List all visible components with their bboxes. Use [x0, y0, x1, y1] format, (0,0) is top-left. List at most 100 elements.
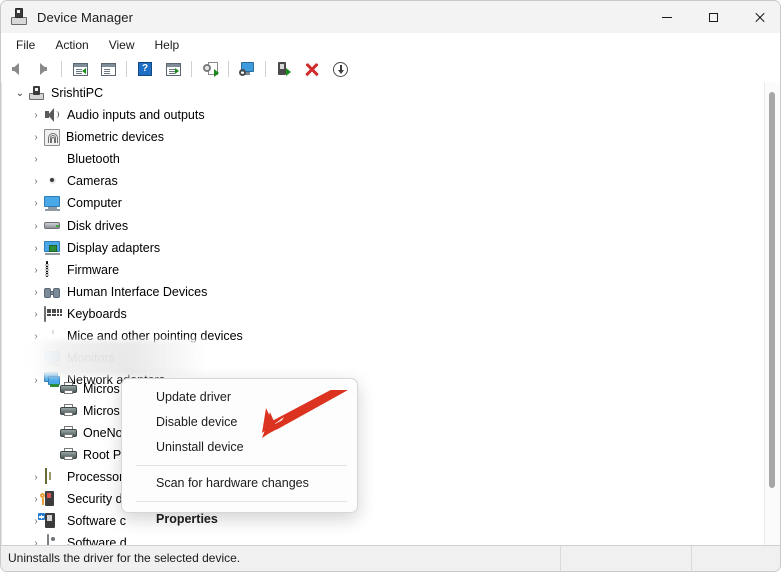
display-adapter-icon — [44, 240, 61, 256]
scan-hardware-icon — [239, 62, 255, 76]
tree-item-label: Software c — [67, 514, 127, 528]
help-icon: ? — [138, 62, 152, 76]
context-menu[interactable]: Update driver Disable device Uninstall d… — [121, 378, 358, 526]
chevron-right-icon[interactable]: › — [28, 466, 44, 488]
context-menu-item-scan-for-hardware-changes[interactable]: Scan for hardware changes — [122, 471, 357, 496]
tree-item-security-devices[interactable]: › Security d — [28, 488, 123, 510]
window-controls — [644, 1, 780, 33]
tree-item-label: Computer — [67, 196, 122, 210]
redacted-region — [30, 340, 208, 376]
tree-item-printer-3[interactable]: OneNo — [60, 422, 123, 444]
forward-arrow-icon — [39, 63, 47, 75]
menu-help[interactable]: Help — [146, 35, 189, 55]
tree-item-label: SrishtiPC — [51, 86, 104, 100]
menu-action[interactable]: Action — [46, 35, 97, 55]
tree-item-label: Firmware — [67, 263, 120, 277]
download-button[interactable] — [327, 58, 353, 80]
status-pane-3 — [692, 546, 780, 571]
software-component-icon — [38, 513, 61, 529]
context-menu-item-update-driver[interactable]: Update driver — [122, 385, 357, 410]
update-driver-button[interactable] — [197, 58, 223, 80]
chevron-right-icon[interactable]: › — [28, 192, 44, 214]
speaker-icon — [44, 107, 61, 123]
context-menu-separator — [136, 465, 347, 466]
camera-icon — [44, 173, 61, 189]
tree-item-label: Audio inputs and outputs — [67, 108, 205, 122]
tree-item-computer[interactable]: › Computer — [28, 192, 122, 214]
title-bar: Device Manager — [1, 1, 780, 33]
device-tree[interactable]: ⌄ SrishtiPC › Audio inputs and outputs ›… — [1, 82, 780, 546]
properties-window-icon — [100, 62, 116, 76]
chevron-right-icon[interactable]: › — [28, 215, 44, 237]
tree-item-biometric-devices[interactable]: › Biometric devices — [28, 126, 164, 148]
status-bar: Uninstalls the driver for the selected d… — [1, 545, 780, 571]
tree-item-srishtipc[interactable]: ⌄ SrishtiPC — [12, 82, 103, 104]
bluetooth-icon — [44, 151, 61, 167]
toolbar-separator — [191, 61, 192, 77]
uninstall-device-button[interactable] — [299, 58, 325, 80]
tree-item-firmware[interactable]: › Firmware — [28, 259, 119, 281]
printer-icon — [60, 425, 77, 441]
close-button[interactable] — [736, 1, 780, 33]
fingerprint-icon — [44, 128, 60, 146]
context-menu-item-properties[interactable]: Properties — [122, 507, 357, 532]
tree-item-label: Security d — [67, 492, 123, 506]
minimize-button[interactable] — [644, 1, 690, 33]
tree-item-bluetooth[interactable]: › Bluetooth — [28, 148, 120, 170]
help-button[interactable]: ? — [132, 58, 158, 80]
tree-item-software-components[interactable]: › Software c — [28, 510, 126, 532]
tree-item-audio-inputs-and-outputs[interactable]: › Audio inputs and outputs — [28, 104, 205, 126]
tree-item-printer-2[interactable]: Micros — [60, 400, 120, 422]
tree-item-label: Keyboards — [67, 307, 127, 321]
tree-item-label: Micros — [83, 404, 120, 418]
menu-file[interactable]: File — [7, 35, 44, 55]
tree-item-human-interface-devices[interactable]: › Human Interface Devices — [28, 281, 207, 303]
context-menu-item-uninstall-device[interactable]: Uninstall device — [122, 435, 357, 460]
tree-item-processors[interactable]: › Processors — [28, 466, 130, 488]
tree-item-display-adapters[interactable]: › Display adapters — [28, 237, 160, 259]
chevron-right-icon[interactable]: › — [28, 259, 44, 281]
show-hide-console-tree-button[interactable] — [67, 58, 93, 80]
chevron-right-icon[interactable]: › — [28, 303, 44, 325]
chevron-down-icon[interactable]: ⌄ — [12, 82, 28, 104]
tree-item-label: Biometric devices — [66, 130, 164, 144]
tree-item-label: Software d — [67, 536, 127, 546]
enable-device-button[interactable] — [271, 58, 297, 80]
pc-icon — [28, 85, 45, 101]
chevron-right-icon[interactable]: › — [28, 170, 44, 192]
chevron-right-icon[interactable]: › — [28, 281, 44, 303]
enable-device-icon — [277, 62, 291, 76]
processor-icon — [44, 468, 61, 485]
device-manager-window: Device Manager File Action View Help ? ⌄… — [0, 0, 781, 572]
vertical-scrollbar[interactable] — [764, 82, 780, 546]
tree-item-label: Cameras — [67, 174, 118, 188]
console-tree-icon — [72, 62, 88, 76]
context-menu-item-disable-device[interactable]: Disable device — [122, 410, 357, 435]
tree-item-printer-4[interactable]: Root P — [60, 444, 121, 466]
menu-view[interactable]: View — [100, 35, 144, 55]
tree-item-label: Root P — [83, 448, 122, 462]
maximize-button[interactable] — [690, 1, 736, 33]
tree-item-printer-1[interactable]: Micros — [58, 378, 208, 400]
tree-item-label: Human Interface Devices — [67, 285, 208, 299]
tree-item-cameras[interactable]: › Cameras — [28, 170, 118, 192]
back-button[interactable] — [2, 58, 28, 80]
tree-item-keyboards[interactable]: › Keyboards — [28, 303, 127, 325]
properties-window-button[interactable] — [95, 58, 121, 80]
tree-item-label: Micros — [83, 382, 120, 396]
chevron-right-icon[interactable]: › — [28, 104, 44, 126]
chevron-right-icon[interactable]: › — [28, 532, 44, 547]
tree-item-disk-drives[interactable]: › Disk drives — [28, 215, 128, 237]
chevron-right-icon[interactable]: › — [28, 237, 44, 259]
scrollbar-thumb[interactable] — [769, 92, 775, 488]
tree-item-software-devices[interactable]: › Software d — [28, 532, 127, 546]
show-devices-icon — [165, 62, 181, 76]
show-hidden-devices-button[interactable] — [160, 58, 186, 80]
chevron-right-icon[interactable]: › — [28, 126, 44, 148]
status-message: Uninstalls the driver for the selected d… — [1, 546, 561, 571]
keyboard-icon — [44, 306, 62, 322]
download-arrow-icon — [332, 61, 348, 77]
scan-for-hardware-changes-button[interactable] — [234, 58, 260, 80]
chevron-right-icon[interactable]: › — [28, 148, 44, 170]
forward-button[interactable] — [30, 58, 56, 80]
